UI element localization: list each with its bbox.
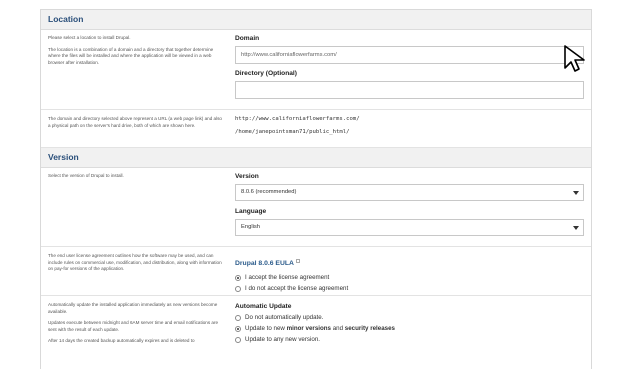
auto-update-minor-option[interactable]: Update to new minor versions and securit… — [235, 323, 585, 334]
paths-note: The domain and directory selected above … — [48, 116, 222, 128]
location-section-heading: Location — [41, 10, 591, 30]
auto-update-any-label: Update to any new version. — [245, 336, 320, 343]
eula-accept-option[interactable]: I accept the license agreement — [235, 272, 585, 283]
eula-row: The end user license agreement outlines … — [41, 247, 591, 296]
version-select[interactable]: 8.0.6 (recommended) — [235, 184, 584, 201]
auto-update-minor-label: Update to new minor versions and securit… — [245, 325, 395, 332]
directory-label: Directory (Optional) — [235, 70, 297, 77]
chevron-down-icon — [573, 191, 579, 195]
location-fields: Domain http://www.californiaflowerfarms.… — [235, 35, 585, 99]
version-label: Version — [235, 173, 259, 180]
auto-update-row: Automatically update the installed appli… — [41, 296, 591, 376]
language-select-value: English — [241, 224, 261, 230]
version-row: Select the version of Drupal to install.… — [41, 168, 591, 247]
auto-update-any-radio[interactable] — [235, 336, 241, 343]
language-select[interactable]: English — [235, 219, 584, 236]
auto-update-minor-radio[interactable] — [235, 325, 241, 332]
paths-display: http://www.californiaflowerfarms.com/ /h… — [235, 116, 585, 135]
auto-update-any-option[interactable]: Update to any new version. — [235, 334, 585, 345]
auto-update-note-1: Automatically update the installed appli… — [48, 302, 218, 314]
eula-link[interactable]: Drupal 8.0.6 EULA — [235, 260, 294, 267]
eula-link-line: Drupal 8.0.6 EULA — [235, 252, 585, 270]
eula-fields: Drupal 8.0.6 EULA I accept the license a… — [235, 252, 585, 294]
eula-decline-label: I do not accept the license agreement — [245, 285, 349, 292]
auto-update-none-label: Do not automatically update. — [245, 314, 324, 321]
directory-input[interactable] — [235, 81, 584, 99]
chevron-down-icon — [573, 226, 579, 230]
version-section-heading: Version — [41, 148, 591, 168]
version-select-value: 8.0.6 (recommended) — [241, 189, 297, 195]
location-paths-row: The domain and directory selected above … — [41, 110, 591, 148]
location-help: Please select a location to install Drup… — [48, 35, 224, 71]
mouse-pointer-icon — [564, 45, 585, 72]
eula-accept-radio[interactable] — [235, 274, 241, 281]
location-intro: Please select a location to install Drup… — [48, 35, 131, 40]
eula-note: The end user license agreement outlines … — [48, 253, 222, 272]
auto-update-none-radio[interactable] — [235, 314, 241, 321]
eula-decline-option[interactable]: I do not accept the license agreement — [235, 283, 585, 294]
auto-update-note-3: After 14 days the created backup automat… — [48, 338, 195, 344]
eula-decline-radio[interactable] — [235, 285, 241, 292]
auto-update-fields: Automatic Update Do not automatically up… — [235, 303, 585, 345]
auto-update-note-2: Updates execute between midnight and 6AM… — [48, 320, 219, 332]
install-form-panel: Location Please select a location to ins… — [40, 9, 592, 369]
version-intro: Select the version of Drupal to install. — [48, 173, 124, 178]
domain-label: Domain — [235, 35, 260, 42]
version-fields: Version 8.0.6 (recommended) Language Eng… — [235, 173, 585, 236]
location-description: The location is a combination of a domai… — [48, 46, 214, 65]
external-link-icon — [295, 258, 300, 263]
language-label: Language — [235, 208, 267, 215]
url-path: http://www.californiaflowerfarms.com/ — [235, 116, 360, 122]
auto-update-none-option[interactable]: Do not automatically update. — [235, 312, 585, 323]
disk-path: /home/janepointsman71/public_html/ — [235, 129, 350, 135]
auto-update-help: Automatically update the installed appli… — [48, 302, 224, 350]
location-domain-row: Please select a location to install Drup… — [41, 30, 591, 110]
eula-accept-label: I accept the license agreement — [245, 274, 330, 281]
auto-update-label: Automatic Update — [235, 303, 292, 310]
domain-input[interactable]: http://www.californiaflowerfarms.com/ — [235, 46, 584, 64]
